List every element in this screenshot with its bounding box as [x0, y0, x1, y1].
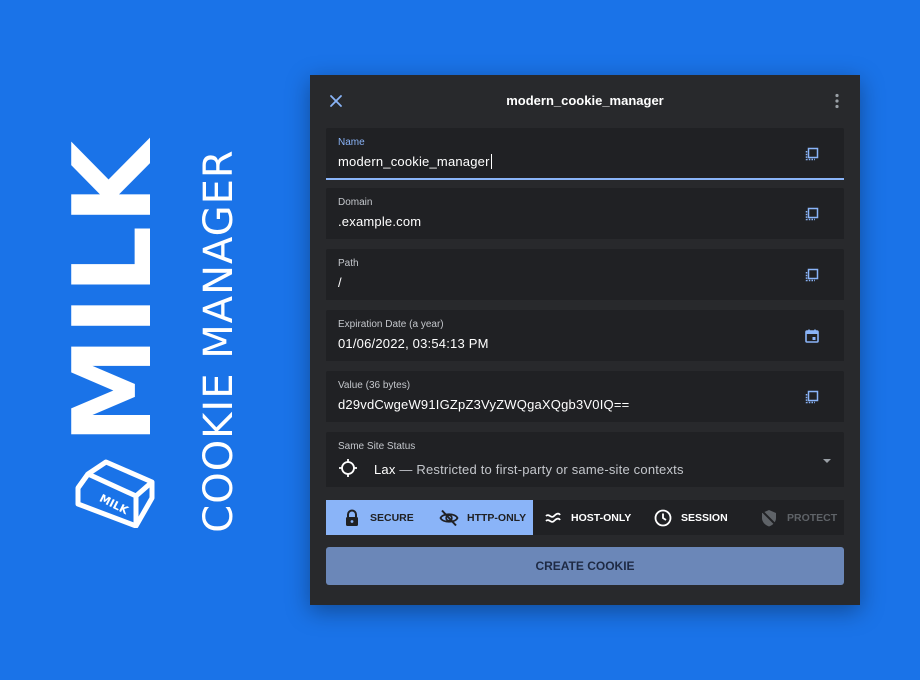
- eye-off-icon: [439, 509, 459, 526]
- toggle-protect-label: PROTECT: [787, 511, 838, 524]
- name-label: Name: [338, 137, 365, 148]
- toggle-session-label: SESSION: [681, 511, 728, 524]
- approx-icon: [545, 512, 561, 523]
- expiration-label: Expiration Date (a year): [338, 319, 444, 330]
- path-value: /: [338, 275, 342, 290]
- toggle-secure-label: SECURE: [370, 511, 414, 524]
- toggle-host-only[interactable]: HOST-ONLY: [533, 500, 637, 535]
- text-cursor: [490, 154, 492, 169]
- brand-subtitle: COOKIE MANAGER: [196, 149, 242, 533]
- brand-name: MILK: [51, 139, 176, 445]
- value-field[interactable]: Value (36 bytes) d29vdCwgeW91IGZpZ3VyZWQ…: [326, 371, 844, 422]
- path-label: Path: [338, 258, 359, 269]
- create-cookie-button[interactable]: CREATE COOKIE: [326, 547, 844, 585]
- copy-icon[interactable]: [804, 206, 820, 222]
- toggle-session[interactable]: SESSION: [637, 500, 741, 535]
- samesite-select[interactable]: Same Site Status Lax — Restricted to fir…: [326, 432, 844, 487]
- name-field[interactable]: Name modern_cookie_manager: [326, 128, 844, 180]
- crosshair-icon: [339, 459, 357, 477]
- expiration-field[interactable]: Expiration Date (a year) 01/06/2022, 03:…: [326, 310, 844, 361]
- value-value: d29vdCwgeW91IGZpZ3VyZWQgaXQgb3V0IQ==: [338, 397, 630, 412]
- shield-icon: [761, 509, 777, 526]
- dropdown-arrow-icon[interactable]: [822, 456, 832, 466]
- dialog-title: modern_cookie_manager: [506, 93, 664, 108]
- milk-carton-logo: MILK: [75, 459, 155, 528]
- toggle-protect[interactable]: PROTECT: [741, 500, 844, 535]
- expiration-value: 01/06/2022, 03:54:13 PM: [338, 336, 489, 351]
- calendar-icon[interactable]: [804, 328, 820, 344]
- path-field[interactable]: Path /: [326, 249, 844, 300]
- domain-label: Domain: [338, 197, 373, 208]
- name-value: modern_cookie_manager: [338, 154, 490, 169]
- more-vert-icon[interactable]: [834, 93, 840, 109]
- domain-field[interactable]: Domain .example.com: [326, 188, 844, 239]
- copy-icon[interactable]: [804, 389, 820, 405]
- toggle-http-only[interactable]: HTTP-ONLY: [429, 500, 533, 535]
- copy-icon[interactable]: [804, 267, 820, 283]
- samesite-selected: Lax: [374, 462, 396, 477]
- toggle-http-only-label: HTTP-ONLY: [467, 511, 527, 524]
- cookie-editor-dialog: modern_cookie_manager Name modern_cookie…: [310, 75, 860, 605]
- samesite-description: — Restricted to first-party or same-site…: [395, 462, 684, 477]
- toggle-host-only-label: HOST-ONLY: [571, 511, 632, 524]
- value-label: Value (36 bytes): [338, 380, 411, 391]
- domain-value: .example.com: [338, 214, 422, 229]
- lock-icon: [346, 509, 358, 526]
- toggle-secure[interactable]: SECURE: [326, 500, 429, 535]
- copy-icon[interactable]: [804, 146, 820, 162]
- clock-icon: [654, 509, 672, 526]
- cookie-flags-toggle-group: SECURE HTTP-ONLY HOST-ONLY SESSION PROTE…: [326, 500, 844, 535]
- dialog-header: modern_cookie_manager: [310, 75, 860, 127]
- samesite-label: Same Site Status: [338, 441, 416, 452]
